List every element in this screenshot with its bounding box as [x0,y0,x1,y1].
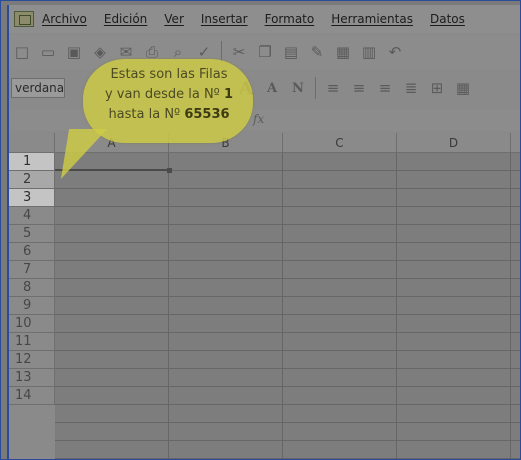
permission-icon[interactable]: ◈ [90,42,110,62]
window-frame: Archivo Edición Ver Insertar Formato Her… [0,0,521,460]
row-header-8[interactable]: 8 [9,279,55,297]
column-header-c[interactable]: C [283,133,397,153]
new-icon[interactable]: □ [12,42,32,62]
row-header-9[interactable]: 9 [9,297,55,315]
toolbar-separator [315,77,316,99]
row-header-1[interactable]: 1 [9,153,55,171]
undo-icon[interactable]: ↶ [385,42,405,62]
bold-icon[interactable]: N [288,78,308,98]
font-name-box[interactable]: verdana [11,78,65,98]
insert-date-icon[interactable]: ▦ [333,42,353,62]
standard-toolbar: □ ▭ ▣ ◈ ✉ ⎙ ⌕ ✓ ✂ ❐ ▤ ✎ ▦ ▥ ↶ [9,35,520,69]
menu-edicion[interactable]: Edición [104,12,147,26]
app-icon[interactable] [14,11,34,27]
menu-ver[interactable]: Ver [164,12,184,26]
justify-icon[interactable]: ≣ [401,78,421,98]
row-header-12[interactable]: 12 [9,351,55,369]
callout-number-last: 65536 [184,107,230,122]
row-header-10[interactable]: 10 [9,315,55,333]
menu-datos[interactable]: Datos [430,12,465,26]
cut-icon[interactable]: ✂ [229,42,249,62]
row-header-7[interactable]: 7 [9,261,55,279]
align-right-icon[interactable]: ≡ [375,78,395,98]
callout-line-3-text: hasta la Nº [108,107,185,122]
column-header-e[interactable] [511,133,520,153]
row-header-13[interactable]: 13 [9,369,55,387]
fx-icon[interactable]: fx [253,112,264,126]
menu-bar: Archivo Edición Ver Insertar Formato Her… [9,5,520,33]
callout-text: Estas son las Filas y van desde la Nº 1 … [87,65,251,125]
insert-number-icon[interactable]: ▥ [359,42,379,62]
select-all-corner[interactable] [9,133,55,153]
row-header-11[interactable]: 11 [9,333,55,351]
row-header-6[interactable]: 6 [9,243,55,261]
callout-line-3: hasta la Nº 65536 [87,105,251,125]
spreadsheet-grid: A B C D 1 2 3 4 5 6 7 8 9 10 11 12 13 14 [9,133,520,459]
row-header-4[interactable]: 4 [9,207,55,225]
menu-formato[interactable]: Formato [265,12,315,26]
callout-number-first: 1 [223,87,233,102]
cell-area[interactable] [55,153,520,459]
callout-line-1: Estas son las Filas [110,67,228,82]
menu-archivo[interactable]: Archivo [42,12,87,26]
open-icon[interactable]: ▭ [38,42,58,62]
table-icon[interactable]: ▦ [453,78,473,98]
row-header-3[interactable]: 3 [9,189,55,207]
row-header-14[interactable]: 14 [9,387,55,405]
row-header-2[interactable]: 2 [9,171,55,189]
decrease-font-icon[interactable]: A [262,78,282,98]
paste-icon[interactable]: ▤ [281,42,301,62]
align-center-icon[interactable]: ≡ [349,78,369,98]
menu-insertar[interactable]: Insertar [201,12,248,26]
align-left-icon[interactable]: ≡ [323,78,343,98]
callout-line-2-text: y van desde la Nº [104,87,224,102]
callout-line-2: y van desde la Nº 1 [87,85,251,105]
spreadsheet-window: Archivo Edición Ver Insertar Formato Her… [7,5,520,459]
copy-icon[interactable]: ❐ [255,42,275,62]
format-painter-icon[interactable]: ✎ [307,42,327,62]
menu-herramientas[interactable]: Herramientas [331,12,413,26]
row-header-5[interactable]: 5 [9,225,55,243]
save-icon[interactable]: ▣ [64,42,84,62]
merge-cells-icon[interactable]: ⊞ [427,78,447,98]
column-header-d[interactable]: D [397,133,511,153]
